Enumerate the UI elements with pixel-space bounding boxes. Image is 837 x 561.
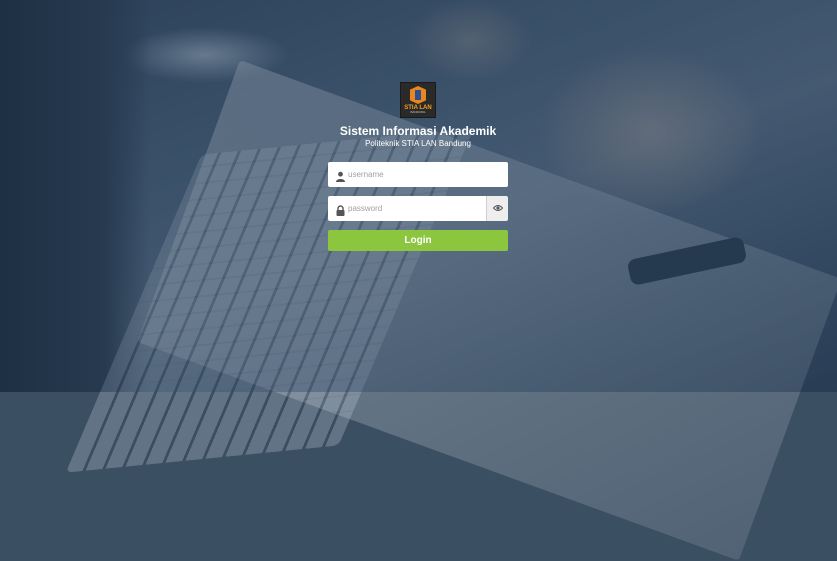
username-input[interactable] [348, 162, 488, 187]
username-field[interactable] [328, 162, 508, 187]
logo-mark [410, 86, 426, 104]
lock-icon [335, 203, 346, 216]
logo-subtext: BANDUNG [410, 110, 426, 114]
password-field[interactable] [328, 196, 488, 221]
app-title: Sistem Informasi Akademik [339, 124, 497, 138]
show-password-button[interactable] [486, 196, 508, 221]
institution-logo: STIA LAN BANDUNG [400, 82, 436, 118]
user-icon [335, 169, 346, 182]
login-panel: STIA LAN BANDUNG Sistem Informasi Akadem… [328, 82, 508, 251]
app-subtitle: Politeknik STIA LAN Bandung [365, 139, 471, 148]
login-button[interactable]: Login [328, 230, 508, 251]
password-input[interactable] [348, 196, 488, 221]
